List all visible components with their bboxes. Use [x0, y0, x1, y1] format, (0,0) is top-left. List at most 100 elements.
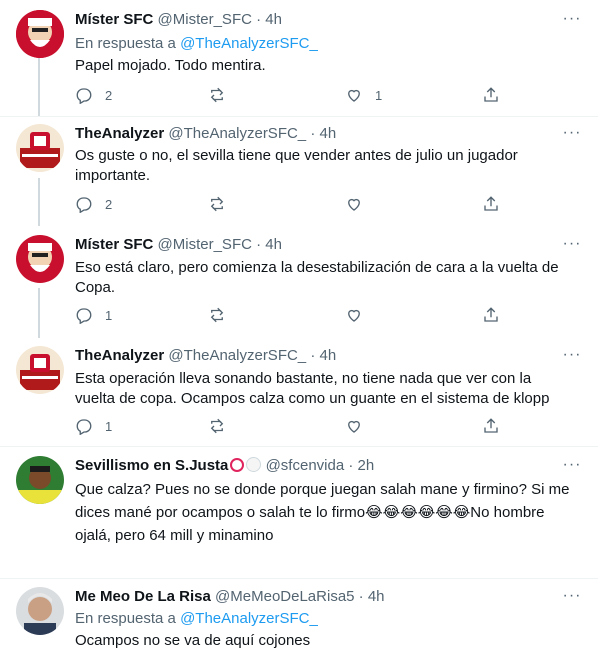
like-button[interactable]	[345, 194, 363, 214]
reply-button[interactable]: 1	[75, 305, 112, 325]
more-options-icon[interactable]: ···	[562, 588, 582, 611]
separator-dot: ·	[256, 11, 262, 28]
more-options-icon[interactable]: ···	[562, 457, 582, 480]
share-button[interactable]	[482, 305, 500, 325]
retweet-button[interactable]	[208, 305, 226, 325]
share-icon	[484, 418, 498, 433]
heart-icon	[348, 198, 360, 211]
timestamp[interactable]: 2h	[358, 457, 375, 474]
retweet-icon	[210, 418, 224, 434]
avatar[interactable]	[16, 235, 64, 283]
display-name[interactable]: Míster SFC	[75, 236, 153, 253]
retweet-icon	[210, 307, 224, 323]
timestamp[interactable]: 4h	[368, 588, 385, 605]
reply-to-link[interactable]: @TheAnalyzerSFC_	[180, 610, 318, 627]
tweet-actions: 1	[75, 416, 505, 436]
tweet-header: Me Meo De La Risa @MeMeoDeLaRisa5 · 4h	[75, 587, 558, 607]
reply-context: En respuesta a @TheAnalyzerSFC_	[75, 34, 318, 54]
tweet-text-line: dices mané por ocampos o salah te lo fir…	[75, 504, 545, 521]
tweet-header: Sevillismo en S.Justa @sfcenvida · 2h	[75, 456, 558, 476]
heart-icon	[348, 309, 360, 322]
user-handle[interactable]: @TheAnalyzerSFC_	[168, 347, 306, 364]
display-name[interactable]: Míster SFC	[75, 11, 153, 28]
thread-line	[38, 56, 40, 116]
tweet-text-line: ojalá, pero 64 mill y minamino	[75, 527, 274, 544]
timestamp[interactable]: 4h	[320, 125, 337, 142]
separator-dot: ·	[256, 236, 262, 253]
reply-prefix: En respuesta a	[75, 35, 176, 52]
thread-line	[38, 288, 40, 338]
share-icon	[484, 307, 498, 322]
avatar[interactable]	[16, 587, 64, 635]
thread-line	[38, 178, 40, 226]
more-options-icon[interactable]: ···	[562, 11, 582, 34]
tweet-text: Esta operación lleva sonando bastante, n…	[75, 370, 550, 407]
reply-icon	[76, 419, 92, 435]
reply-count: 1	[105, 307, 113, 323]
retweet-button[interactable]	[208, 85, 226, 105]
tweet-header: TheAnalyzer @TheAnalyzerSFC_ · 4h	[75, 346, 558, 366]
retweet-button[interactable]	[208, 416, 226, 436]
like-button[interactable]	[345, 305, 363, 325]
reply-icon	[76, 88, 92, 104]
timestamp[interactable]: 4h	[265, 11, 282, 28]
divider	[0, 446, 598, 447]
user-handle[interactable]: @Mister_SFC	[158, 11, 252, 28]
display-name[interactable]: Me Meo De La Risa	[75, 588, 211, 605]
retweet-icon	[210, 196, 224, 212]
timestamp[interactable]: 4h	[320, 347, 337, 364]
white-circle-icon	[246, 457, 262, 472]
reply-count: 1	[105, 418, 113, 434]
like-button[interactable]: 1	[345, 85, 382, 105]
share-button[interactable]	[482, 85, 500, 105]
share-icon	[484, 196, 498, 211]
share-button[interactable]	[482, 194, 500, 214]
like-count: 1	[375, 87, 383, 103]
divider	[0, 116, 598, 117]
tweet-header: Míster SFC @Mister_SFC · 4h	[75, 10, 558, 30]
user-handle[interactable]: @MeMeoDeLaRisa5	[215, 588, 354, 605]
reply-count: 2	[105, 87, 113, 103]
retweet-icon	[210, 87, 224, 103]
tweet-text: Papel mojado. Todo mentira.	[75, 57, 266, 74]
display-name[interactable]: TheAnalyzer	[75, 347, 164, 364]
user-handle[interactable]: @sfcenvida	[266, 457, 345, 474]
reply-count: 2	[105, 196, 113, 212]
user-handle[interactable]: @Mister_SFC	[158, 236, 252, 253]
avatar[interactable]	[16, 456, 64, 504]
avatar[interactable]	[16, 124, 64, 172]
share-icon	[484, 87, 498, 102]
red-circle-icon	[230, 458, 245, 472]
more-options-icon[interactable]: ···	[562, 236, 582, 259]
tweet-header: Míster SFC @Mister_SFC · 4h	[75, 235, 558, 255]
reply-button[interactable]: 2	[75, 194, 112, 214]
divider	[0, 578, 598, 579]
avatar[interactable]	[16, 10, 64, 58]
like-button[interactable]	[345, 416, 363, 436]
tweet-actions: 2 1	[75, 85, 505, 105]
tweet-actions: 1	[75, 305, 505, 325]
retweet-button[interactable]	[208, 194, 226, 214]
display-name[interactable]: Sevillismo en S.Justa	[75, 457, 228, 474]
display-name[interactable]: TheAnalyzer	[75, 125, 164, 142]
reply-icon	[76, 197, 92, 213]
reply-to-link[interactable]: @TheAnalyzerSFC_	[180, 35, 318, 52]
reply-icon	[76, 308, 92, 324]
reply-context: En respuesta a @TheAnalyzerSFC_	[75, 609, 318, 629]
reply-button[interactable]: 2	[75, 85, 112, 105]
separator-dot: ·	[310, 125, 316, 142]
avatar[interactable]	[16, 346, 64, 394]
more-options-icon[interactable]: ···	[562, 125, 582, 148]
reply-prefix: En respuesta a	[75, 610, 176, 627]
tweet-text-line: Que calza? Pues no se donde porque juega…	[75, 481, 570, 498]
timestamp[interactable]: 4h	[265, 236, 282, 253]
reply-button[interactable]: 1	[75, 416, 112, 436]
tweet-text: Eso está claro, pero comienza la desesta…	[75, 259, 559, 296]
user-handle[interactable]: @TheAnalyzerSFC_	[168, 125, 306, 142]
tweet-text: Ocampos no se va de aquí cojones	[75, 632, 311, 649]
share-button[interactable]	[482, 416, 500, 436]
more-options-icon[interactable]: ···	[562, 347, 582, 370]
separator-dot: ·	[358, 588, 364, 605]
heart-icon	[348, 89, 360, 102]
tweet-text: Que calza? Pues no se donde porque juega…	[75, 480, 575, 546]
